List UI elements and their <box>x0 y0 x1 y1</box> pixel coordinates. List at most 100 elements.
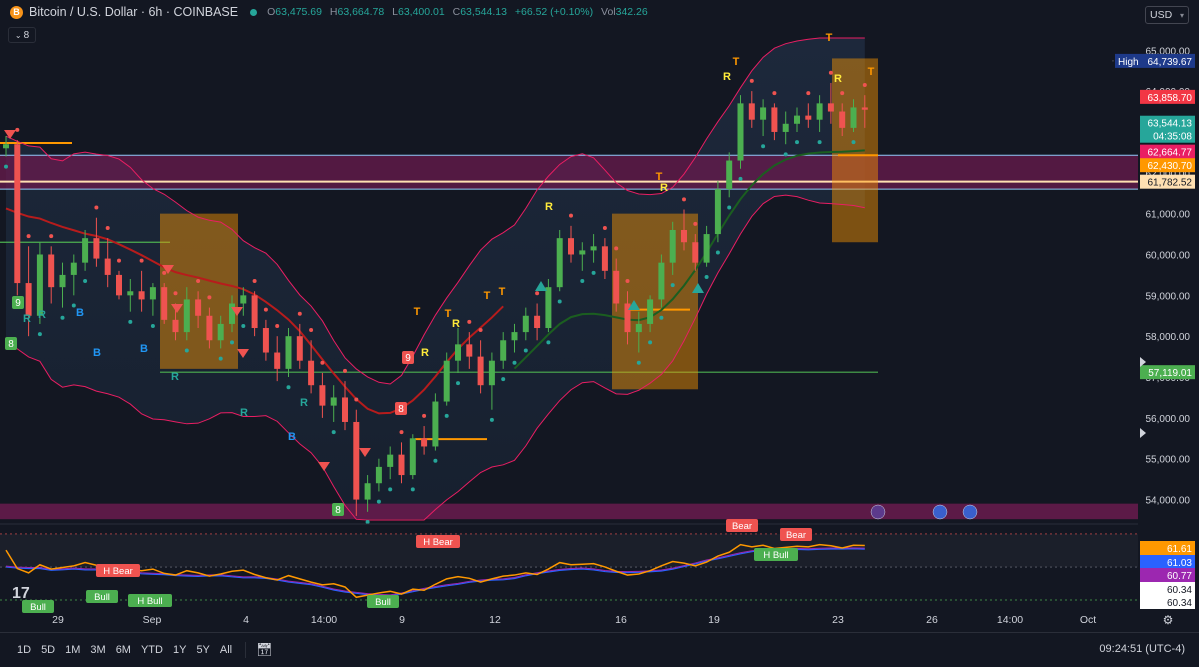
stop-dot <box>727 205 732 210</box>
time-tick-label: 14:00 <box>997 614 1023 626</box>
stop-dot <box>184 348 189 353</box>
timeframe-button[interactable]: 5Y <box>191 644 214 656</box>
candle-body <box>285 336 292 369</box>
candle-body <box>748 103 755 120</box>
stop-dot <box>207 295 212 300</box>
timeframe-button[interactable]: 3M <box>85 644 110 656</box>
bull-label: Bull <box>30 602 46 613</box>
candle-body <box>104 258 111 275</box>
timeframe-button[interactable]: 5D <box>36 644 60 656</box>
candle-body <box>421 438 428 447</box>
time-tick-label: Sep <box>143 614 162 626</box>
signal-b-label: B <box>76 307 84 319</box>
signal-b-label: B <box>288 431 296 443</box>
stop-dot <box>286 385 291 390</box>
stop-dot <box>162 270 167 275</box>
candle-body <box>364 483 371 500</box>
h-bull-label: H Bull <box>137 596 162 607</box>
candle-body <box>760 107 767 120</box>
timeframe-button[interactable]: 1Y <box>168 644 191 656</box>
price-tick-label: 54,000.00 <box>1146 496 1191 507</box>
price-badge: 57,119.01 <box>1148 368 1192 379</box>
event-icon[interactable] <box>962 504 978 520</box>
stop-dot <box>444 413 449 418</box>
candle-body <box>805 115 812 120</box>
price-chart[interactable]: R RRRRRRRRRRTTTT TT TTBB BB98988 H BearH Bea… <box>0 0 1199 632</box>
stop-dot <box>117 258 121 263</box>
stop-dot <box>320 360 325 365</box>
candle-body <box>251 295 258 329</box>
h-bull-label: H Bull <box>763 550 788 561</box>
stop-dot <box>37 332 42 337</box>
candle-body <box>500 340 507 361</box>
calendar-icon[interactable]: 📅︎ <box>256 642 273 658</box>
event-icon[interactable] <box>870 504 886 520</box>
high-badge-label: High <box>1118 57 1139 68</box>
candle-body <box>195 299 202 316</box>
candle-body <box>240 295 247 304</box>
timeframe-button[interactable]: 1M <box>60 644 85 656</box>
candle-body <box>681 229 687 243</box>
resistance-zone <box>0 155 1138 190</box>
stop-dot <box>546 340 551 345</box>
signal-r-label: R <box>38 309 46 321</box>
bear-label: Bear <box>786 530 806 541</box>
candle-body <box>590 246 597 251</box>
candle-body <box>635 323 642 333</box>
stop-dot <box>241 323 246 328</box>
candle-body <box>217 323 224 341</box>
candle-body <box>116 274 122 296</box>
osc-badge: 61.61 <box>1167 544 1192 555</box>
stop-dot <box>557 299 562 304</box>
timeframe-button[interactable]: YTD <box>136 644 168 656</box>
time-tick-label: 14:00 <box>311 614 337 626</box>
timeframe-button[interactable]: 6M <box>111 644 136 656</box>
scroll-arrow-icon[interactable] <box>1140 428 1146 438</box>
candle-body <box>206 315 213 341</box>
high-badge-value: 64,739.67 <box>1148 57 1193 68</box>
stop-dot <box>715 250 720 255</box>
candle-body <box>794 115 800 124</box>
time-tick-label: 16 <box>615 614 627 626</box>
candle-body <box>48 254 55 288</box>
candle-body <box>149 287 156 300</box>
candle-body <box>534 315 541 329</box>
signal-eight-label: 8 <box>8 339 14 350</box>
stop-dot <box>252 279 257 284</box>
time-tick-label: 4 <box>243 614 249 626</box>
bull-label: Bull <box>375 597 391 608</box>
tradingview-logo-icon: 17 <box>12 585 30 602</box>
signal-r-label: R <box>660 182 668 194</box>
candle-body <box>816 103 823 120</box>
stop-dot <box>828 70 833 75</box>
candle-body <box>14 144 21 284</box>
stop-dot <box>851 140 856 145</box>
stop-dot <box>501 377 506 382</box>
candle-body <box>262 328 269 353</box>
timeframe-buttons: 1D 5D 1M 3M 6M YTD 1Y 5Y All <box>12 644 237 656</box>
stop-dot <box>783 152 788 157</box>
candle-body <box>70 262 77 275</box>
timeframe-button[interactable]: All <box>215 644 237 656</box>
timeframe-button[interactable]: 1D <box>12 644 36 656</box>
settings-icon[interactable]: ⚙ <box>1163 613 1174 627</box>
signal-nine-label: 9 <box>15 298 21 309</box>
price-tick-label: 56,000.00 <box>1146 414 1191 425</box>
signal-r-label: R <box>834 73 842 85</box>
stop-dot <box>682 197 686 202</box>
stop-dot <box>659 315 664 320</box>
stop-dot <box>862 82 867 87</box>
candle-body <box>161 287 168 320</box>
stop-dot <box>738 176 743 181</box>
candle-body <box>703 234 710 263</box>
signal-r-label: R <box>421 347 429 359</box>
price-tick-label: 59,000.00 <box>1146 291 1191 302</box>
event-icon[interactable] <box>932 504 948 520</box>
price-tick-label: 61,000.00 <box>1146 210 1191 221</box>
candle-body <box>726 160 733 190</box>
stop-dot <box>602 225 607 230</box>
stop-dot <box>309 328 314 333</box>
stop-dot <box>625 279 630 284</box>
candle-body <box>545 287 552 329</box>
candle-body <box>25 283 32 316</box>
